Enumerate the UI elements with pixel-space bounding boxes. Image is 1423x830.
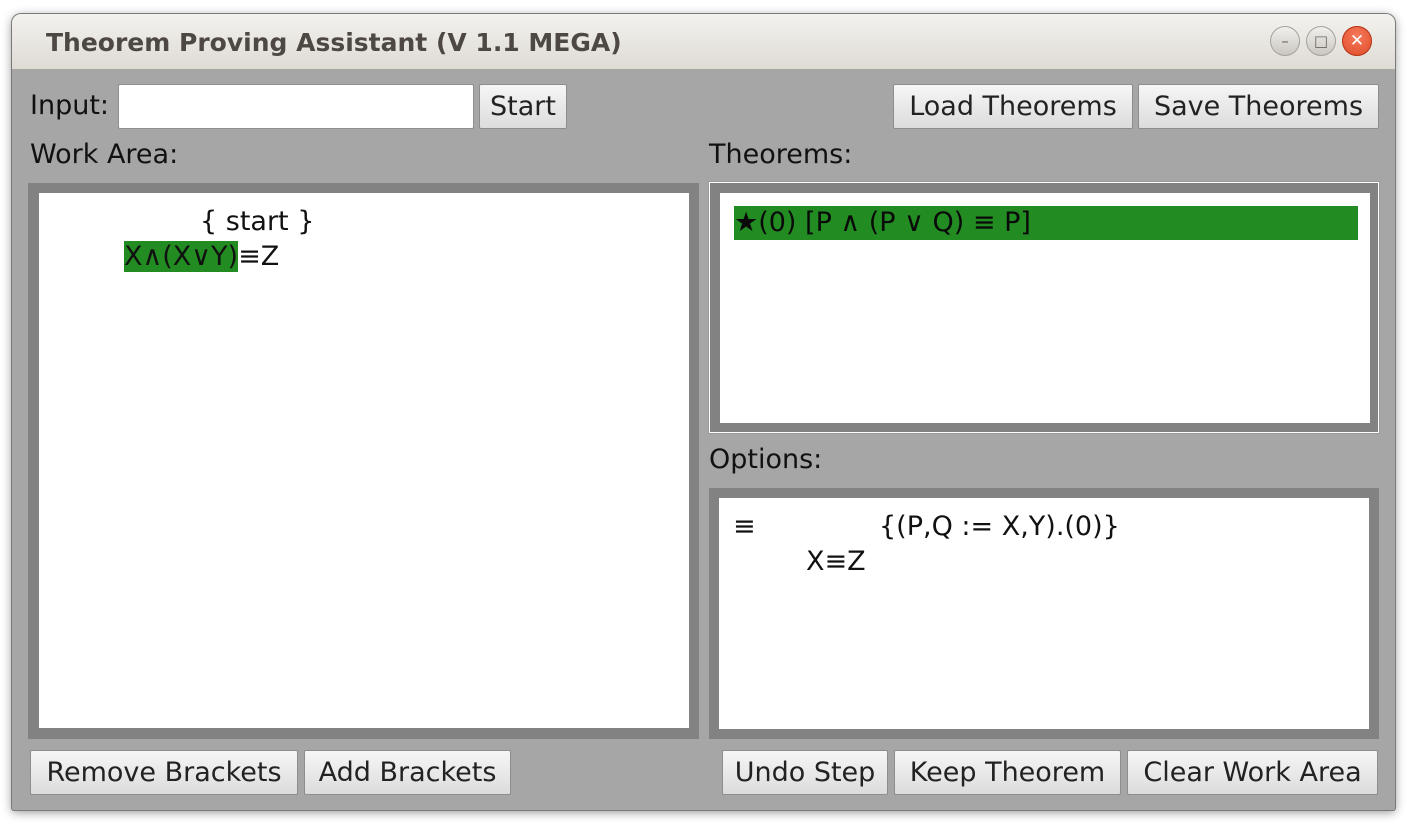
expression-remainder[interactable]: ≡Z: [238, 241, 279, 272]
window-title: Theorem Proving Assistant (V 1.1 MEGA): [46, 28, 622, 57]
options-heading: Options:: [709, 444, 823, 475]
maximize-icon[interactable]: □: [1306, 26, 1336, 56]
highlighted-subexpression[interactable]: X∧(X∨Y): [124, 241, 239, 272]
work-area-hint: { start }: [200, 206, 315, 237]
theorems-frame-inner: ★(0) [P ∧ (P ∨ Q) ≡ P]: [710, 183, 1378, 432]
option-substitution[interactable]: {(P,Q := X,Y).(0)}: [879, 511, 1120, 542]
expression-input[interactable]: [118, 84, 474, 129]
option-result[interactable]: X≡Z: [806, 546, 866, 577]
theorems-heading: Theorems:: [709, 139, 853, 170]
keep-theorem-button[interactable]: Keep Theorem: [894, 750, 1121, 795]
close-icon[interactable]: ✕: [1342, 26, 1372, 56]
start-button[interactable]: Start: [479, 84, 567, 129]
minimize-icon[interactable]: –: [1270, 26, 1300, 56]
input-label: Input:: [30, 90, 110, 121]
options-list[interactable]: ≡ {(P,Q := X,Y).(0)} X≡Z: [719, 498, 1369, 729]
add-brackets-button[interactable]: Add Brackets: [304, 750, 511, 795]
save-theorems-button[interactable]: Save Theorems: [1138, 84, 1379, 129]
theorems-frame: ★(0) [P ∧ (P ∨ Q) ≡ P]: [708, 181, 1380, 434]
remove-brackets-button[interactable]: Remove Brackets: [30, 750, 298, 795]
clear-work-area-button[interactable]: Clear Work Area: [1127, 750, 1378, 795]
work-area-pane[interactable]: { start } X∧(X∨Y)≡Z: [39, 193, 689, 728]
load-theorems-button[interactable]: Load Theorems: [893, 84, 1133, 129]
options-frame: ≡ {(P,Q := X,Y).(0)} X≡Z: [709, 488, 1379, 739]
work-area-frame: { start } X∧(X∨Y)≡Z: [28, 183, 699, 739]
option-operator[interactable]: ≡: [733, 511, 756, 542]
work-area-expression[interactable]: X∧(X∨Y)≡Z: [124, 241, 279, 272]
undo-step-button[interactable]: Undo Step: [722, 750, 888, 795]
work-area-heading: Work Area:: [30, 139, 179, 170]
theorems-list[interactable]: ★(0) [P ∧ (P ∨ Q) ≡ P]: [720, 193, 1370, 423]
title-bar[interactable]: Theorem Proving Assistant (V 1.1 MEGA) –…: [12, 14, 1395, 70]
app-window: Theorem Proving Assistant (V 1.1 MEGA) –…: [12, 14, 1395, 810]
theorem-item-0[interactable]: ★(0) [P ∧ (P ∨ Q) ≡ P]: [734, 206, 1358, 240]
